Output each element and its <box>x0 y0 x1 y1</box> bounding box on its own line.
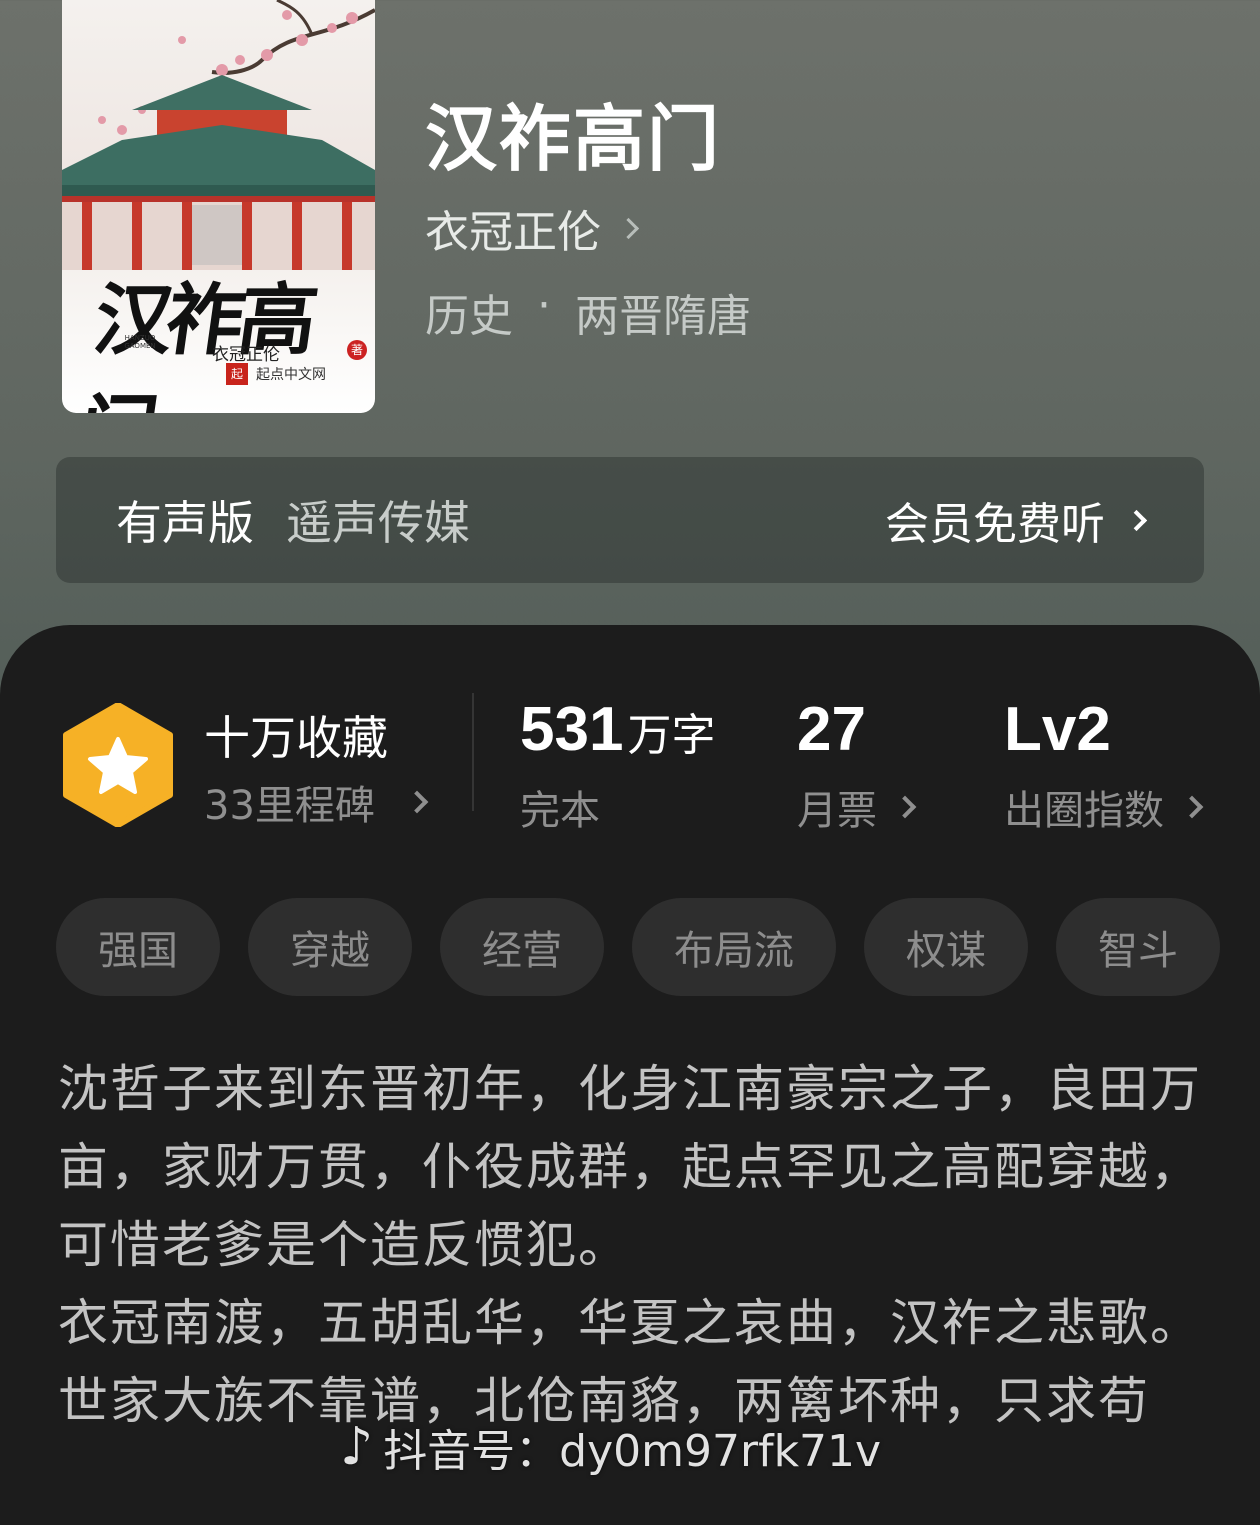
book-title: 汉祚高门 <box>425 96 722 181</box>
favorites-count: 十万收藏 <box>204 711 388 765</box>
description-paragraph: 沈哲子来到东晋初年，化身江南豪宗之子，良田万亩，家财万贯，仆役成群，起点罕见之高… <box>58 1060 1202 1274</box>
subgenre-label: 两晋隋唐 <box>575 291 751 342</box>
chevron-right-icon <box>1180 795 1204 819</box>
monthly-tickets-label: 月票 <box>797 788 877 834</box>
tiktok-icon: ♪ <box>340 1417 374 1477</box>
genre-label: 历史 <box>425 291 513 342</box>
genre-separator: · <box>537 280 551 331</box>
watermark: ♪ 抖音号：dy0m97rfk71v <box>340 1415 881 1479</box>
tag-chip[interactable]: 强国 <box>56 898 220 996</box>
word-count-unit: 万字 <box>627 710 716 761</box>
tag-chip[interactable]: 权谋 <box>864 898 1028 996</box>
audio-publisher: 遥声传媒 <box>286 496 470 550</box>
chevron-right-icon <box>1125 509 1148 531</box>
listen-free-button[interactable]: 会员免费听 <box>885 488 1148 552</box>
level-value: Lv2 <box>1004 695 1111 764</box>
tag-list: 强国 穿越 经营 布局流 权谋 智斗 <box>56 898 1220 996</box>
word-count-value: 531 <box>520 695 624 764</box>
book-genre[interactable]: 历史 · 两晋隋唐 <box>425 280 751 344</box>
cover-pinyin: HANZUO GAOMEN <box>124 334 156 350</box>
cover-title: 汉祚高门 <box>73 275 318 413</box>
popularity-index-link[interactable]: 出圈指数 <box>1004 778 1204 836</box>
cover-publisher: 起点中文网 <box>256 367 326 383</box>
cover-author-seal: 著 <box>347 340 367 360</box>
author-name: 衣冠正伦 <box>425 207 601 258</box>
chevron-right-icon <box>893 795 917 819</box>
author-link[interactable]: 衣冠正伦 <box>425 196 640 260</box>
book-description[interactable]: 沈哲子来到东晋初年，化身江南豪宗之子，良田万亩，家财万贯，仆役成群，起点罕见之高… <box>58 1050 1208 1440</box>
chevron-right-icon <box>405 790 429 814</box>
watermark-text: 抖音号：dy0m97rfk71v <box>383 1426 882 1477</box>
tag-chip[interactable]: 智斗 <box>1056 898 1220 996</box>
book-cover[interactable]: 汉祚高门 HANZUO GAOMEN 衣冠正伦 著 起 起点中文网 <box>62 0 375 413</box>
listen-free-label: 会员免费听 <box>885 499 1105 550</box>
tag-chip[interactable]: 布局流 <box>632 898 836 996</box>
milestones-label: 33里程碑 <box>204 783 375 829</box>
cover-author: 衣冠正伦 <box>212 345 280 365</box>
monthly-tickets-value: 27 <box>797 695 866 764</box>
completion-status: 完本 <box>520 788 600 834</box>
popularity-index-label: 出圈指数 <box>1004 788 1164 834</box>
chevron-right-icon <box>617 217 640 239</box>
description-paragraph: 衣冠南渡，五胡乱华，华夏之哀曲，汉祚之悲歌。 <box>58 1294 1202 1352</box>
publisher-logo-icon: 起 <box>226 363 248 385</box>
tag-chip[interactable]: 经营 <box>440 898 604 996</box>
monthly-tickets-link[interactable]: 月票 <box>797 778 917 836</box>
tag-chip[interactable]: 穿越 <box>248 898 412 996</box>
stats-divider <box>472 693 474 811</box>
milestones-link[interactable]: 33里程碑 <box>204 773 429 831</box>
star-badge-icon <box>63 703 173 827</box>
audiobook-banner[interactable]: 有声版 遥声传媒 会员免费听 <box>56 457 1204 583</box>
word-count: 531万字 <box>520 694 715 765</box>
audio-label: 有声版 <box>116 496 254 550</box>
